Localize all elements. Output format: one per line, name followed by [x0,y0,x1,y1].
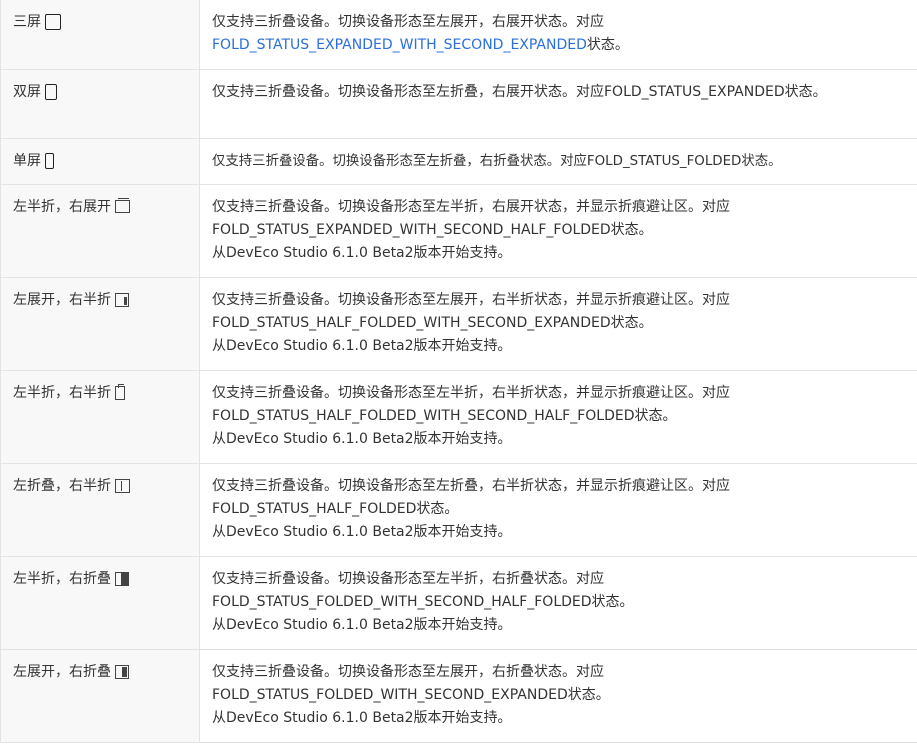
tri-screen-icon [45,14,61,30]
description-line: 仅支持三折叠设备。切换设备形态至左展开，右折叠状态。对应 [212,663,604,680]
description-text: 仅支持三折叠设备。切换设备形态至左折叠，右展开状态。对应FOLD_STATUS_… [212,83,827,100]
description-text: 仅支持三折叠设备。切换设备形态至左折叠，右折叠状态。对应FOLD_STATUS_… [212,153,782,169]
mode-label: 左展开，右折叠 [13,663,111,680]
left-folded-right-half-icon [115,478,130,493]
description-cell: 仅支持三折叠设备。切换设备形态至左展开，右折叠状态。对应 FOLD_STATUS… [199,648,917,743]
left-half-right-folded-icon [115,571,129,586]
description-cell: 仅支持三折叠设备。切换设备形态至左折叠，右半折状态，并显示折痕避让区。对应 FO… [199,462,917,557]
mode-label: 左半折，右展开 [13,198,111,215]
mode-label: 左半折，右半折 [13,384,111,401]
description-line: 从DevEco Studio 6.1.0 Beta2版本开始支持。 [212,709,512,726]
description-line: 从DevEco Studio 6.1.0 Beta2版本开始支持。 [212,244,512,261]
table-row: 三屏 仅支持三折叠设备。切换设备形态至左展开，右展开状态。对应 FOLD_STA… [0,0,917,70]
mode-cell: 双屏 [0,68,200,139]
left-expanded-right-folded-icon [115,664,129,679]
description-cell: 仅支持三折叠设备。切换设备形态至左展开，右半折状态，并显示折痕避让区。对应 FO… [199,276,917,371]
left-half-right-expanded-icon [115,198,130,213]
description-line: FOLD_STATUS_EXPANDED_WITH_SECOND_HALF_FO… [212,221,653,238]
table-row: 左折叠，右半折 仅支持三折叠设备。切换设备形态至左折叠，右半折状态，并显示折痕避… [0,462,917,557]
mode-label: 左展开，右半折 [13,291,111,308]
description-line: 仅支持三折叠设备。切换设备形态至左半折，右折叠状态。对应 [212,570,604,587]
description-line: 从DevEco Studio 6.1.0 Beta2版本开始支持。 [212,523,512,540]
description-line: FOLD_STATUS_HALF_FOLDED_WITH_SECOND_HALF… [212,407,677,424]
description-cell: 仅支持三折叠设备。切换设备形态至左折叠，右展开状态。对应FOLD_STATUS_… [199,68,917,139]
description-cell: 仅支持三折叠设备。切换设备形态至左折叠，右折叠状态。对应FOLD_STATUS_… [199,137,917,185]
mode-label: 单屏 [13,152,41,169]
description-cell: 仅支持三折叠设备。切换设备形态至左展开，右展开状态。对应 FOLD_STATUS… [199,0,917,70]
mode-cell: 左折叠，右半折 [0,462,200,557]
description-line: 仅支持三折叠设备。切换设备形态至左展开，右展开状态。对应 [212,14,604,30]
table-row: 单屏 仅支持三折叠设备。切换设备形态至左折叠，右折叠状态。对应FOLD_STAT… [0,137,917,185]
single-screen-icon [45,152,54,169]
description-line: 仅支持三折叠设备。切换设备形态至左展开，右半折状态，并显示折痕避让区。对应 [212,291,730,308]
description-line: 仅支持三折叠设备。切换设备形态至左半折，右半折状态，并显示折痕避让区。对应 [212,384,730,401]
description-line: 从DevEco Studio 6.1.0 Beta2版本开始支持。 [212,337,512,354]
mode-label: 三屏 [13,14,41,30]
mode-cell: 左展开，右折叠 [0,648,200,743]
description-line: FOLD_STATUS_FOLDED_WITH_SECOND_EXPANDED状… [212,686,610,703]
fold-status-link[interactable]: FOLD_STATUS_EXPANDED_WITH_SECOND_EXPANDE… [212,37,587,53]
mode-cell: 左半折，右折叠 [0,555,200,650]
description-line: 从DevEco Studio 6.1.0 Beta2版本开始支持。 [212,430,512,447]
mode-cell: 左半折，右展开 [0,183,200,278]
left-expanded-right-half-icon [115,292,129,307]
description-line: 从DevEco Studio 6.1.0 Beta2版本开始支持。 [212,616,512,633]
mode-label: 左半折，右折叠 [13,570,111,587]
fold-status-table: 三屏 仅支持三折叠设备。切换设备形态至左展开，右展开状态。对应 FOLD_STA… [0,0,917,743]
mode-cell: 左半折，右半折 [0,369,200,464]
description-cell: 仅支持三折叠设备。切换设备形态至左半折，右展开状态，并显示折痕避让区。对应 FO… [199,183,917,278]
description-line: 仅支持三折叠设备。切换设备形态至左半折，右展开状态，并显示折痕避让区。对应 [212,198,730,215]
table-row: 左展开，右半折 仅支持三折叠设备。切换设备形态至左展开，右半折状态，并显示折痕避… [0,276,917,371]
description-cell: 仅支持三折叠设备。切换设备形态至左半折，右半折状态，并显示折痕避让区。对应 FO… [199,369,917,464]
description-line: FOLD_STATUS_HALF_FOLDED_WITH_SECOND_EXPA… [212,314,653,331]
description-cell: 仅支持三折叠设备。切换设备形态至左半折，右折叠状态。对应 FOLD_STATUS… [199,555,917,650]
dual-screen-icon [45,83,57,100]
table-row: 左半折，右折叠 仅支持三折叠设备。切换设备形态至左半折，右折叠状态。对应 FOL… [0,555,917,650]
table-row: 左半折，右展开 仅支持三折叠设备。切换设备形态至左半折，右展开状态，并显示折痕避… [0,183,917,278]
left-half-right-half-icon [115,383,125,400]
description-line: FOLD_STATUS_FOLDED_WITH_SECOND_HALF_FOLD… [212,593,634,610]
mode-cell: 单屏 [0,137,200,185]
table-row: 左半折，右半折 仅支持三折叠设备。切换设备形态至左半折，右半折状态，并显示折痕避… [0,369,917,464]
mode-cell: 三屏 [0,0,200,70]
mode-cell: 左展开，右半折 [0,276,200,371]
description-line: FOLD_STATUS_HALF_FOLDED状态。 [212,500,459,517]
description-suffix: 状态。 [586,37,629,53]
description-line: 仅支持三折叠设备。切换设备形态至左折叠，右半折状态，并显示折痕避让区。对应 [212,477,730,494]
table-row: 左展开，右折叠 仅支持三折叠设备。切换设备形态至左展开，右折叠状态。对应 FOL… [0,648,917,743]
table-row: 双屏 仅支持三折叠设备。切换设备形态至左折叠，右展开状态。对应FOLD_STAT… [0,68,917,139]
mode-label: 双屏 [13,83,41,100]
mode-label: 左折叠，右半折 [13,477,111,494]
